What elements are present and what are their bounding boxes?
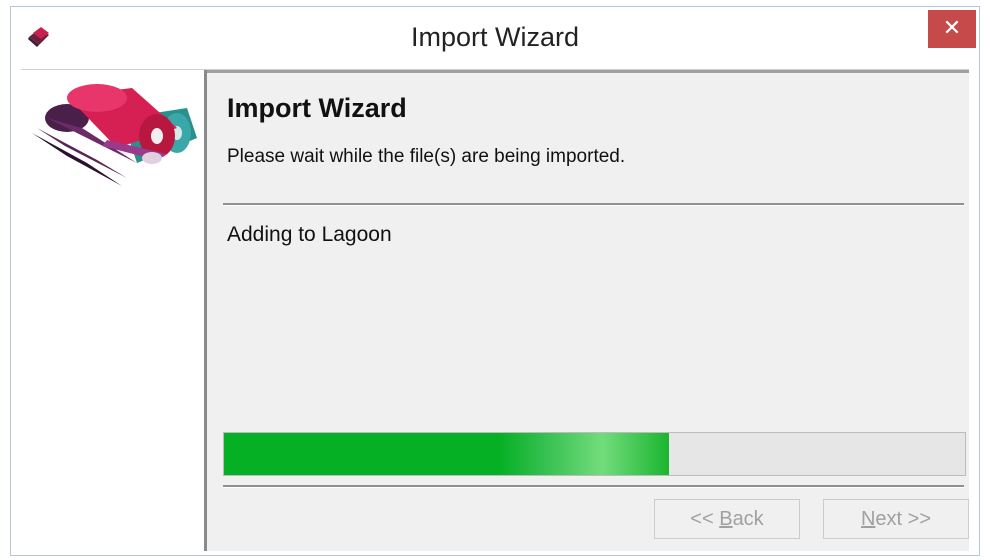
progress-bar [223, 432, 966, 476]
back-button-rest: ack [732, 507, 764, 530]
progress-fill [224, 433, 669, 475]
status-text: Adding to Lagoon [227, 223, 392, 246]
fabric-rolls-icon [32, 84, 197, 186]
wizard-content: Import Wizard Please wait while the file… [207, 70, 969, 551]
page-title: Import Wizard [227, 93, 407, 123]
side-panel [21, 70, 207, 551]
page-subtitle: Please wait while the file(s) are being … [227, 146, 626, 167]
footer-divider [223, 485, 964, 488]
wizard-body: Import Wizard Please wait while the file… [21, 69, 969, 552]
back-button-prefix: << [690, 507, 720, 530]
next-button-accel: N [860, 507, 876, 530]
close-icon: ✕ [942, 16, 962, 41]
header-divider [223, 203, 964, 206]
title-bar[interactable]: Import Wizard ✕ [11, 7, 979, 67]
window-title: Import Wizard [410, 22, 580, 52]
import-wizard-window: Import Wizard ✕ Import Wizard Please wai… [10, 6, 980, 556]
next-button-rest: ext >> [875, 507, 932, 530]
back-button-accel: B [719, 507, 733, 530]
close-button[interactable]: ✕ [928, 10, 976, 48]
back-button[interactable]: << Back [654, 499, 800, 539]
next-button[interactable]: Next >> [823, 499, 969, 539]
